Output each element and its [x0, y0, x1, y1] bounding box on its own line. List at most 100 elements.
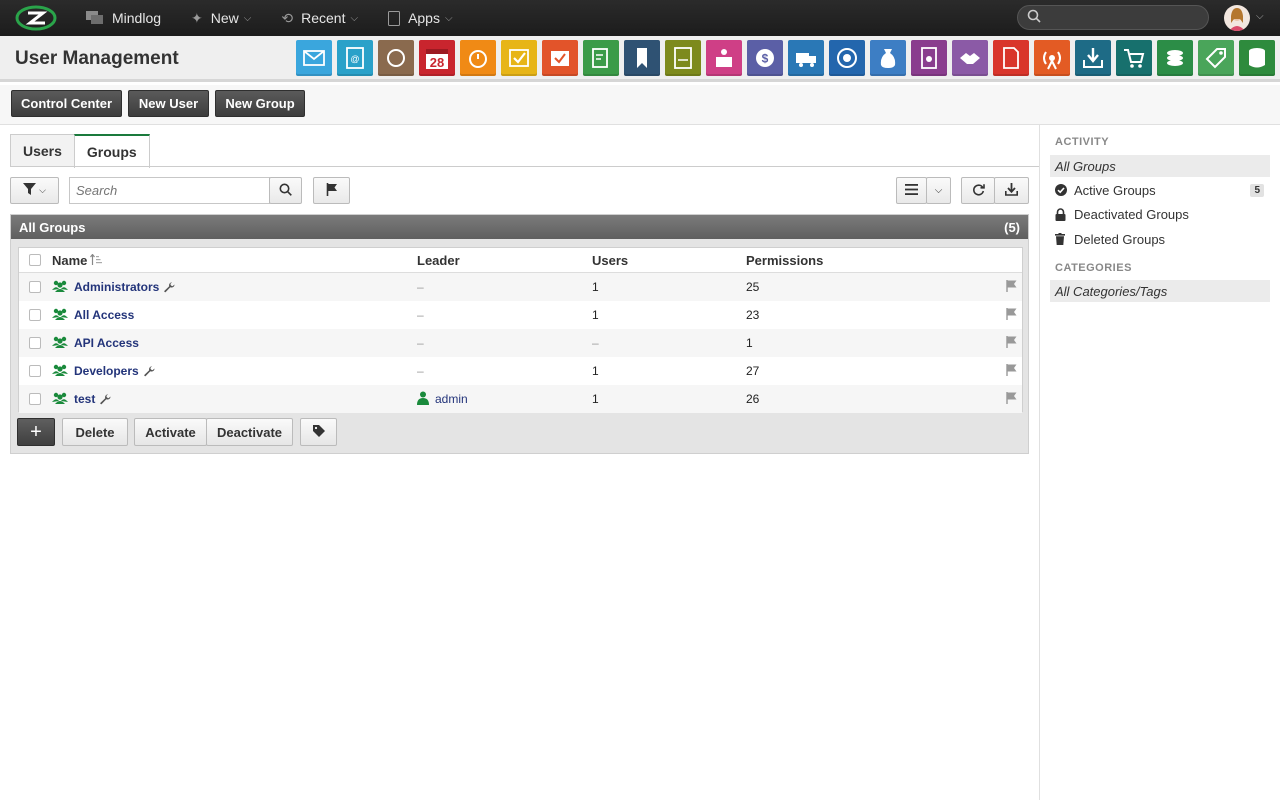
address-book-app-icon[interactable]: @ — [337, 40, 373, 76]
nav-recent[interactable]: ⟲ Recent ⌵ — [281, 10, 358, 27]
shopping-app-icon[interactable] — [1116, 40, 1152, 76]
control-center-button[interactable]: Control Center — [11, 90, 122, 117]
sidebar-item-deleted-groups[interactable]: Deleted Groups — [1050, 228, 1270, 250]
permissions-count: 25 — [746, 280, 760, 294]
table-row[interactable]: Administrators – 1 25 — [19, 273, 1022, 301]
export-button[interactable] — [994, 177, 1029, 204]
refresh-button[interactable] — [961, 177, 995, 204]
tasks-app-icon[interactable] — [501, 40, 537, 76]
column-leader[interactable]: Leader — [417, 253, 460, 268]
nav-new-label: New — [210, 10, 239, 26]
user-icon — [417, 391, 429, 408]
page-title: User Management — [15, 48, 179, 69]
users-count: 1 — [592, 364, 599, 378]
contacts-app-icon[interactable] — [378, 40, 414, 76]
table-row[interactable]: test admin 1 26 — [19, 385, 1022, 413]
pricing-app-icon[interactable] — [1198, 40, 1234, 76]
row-checkbox[interactable] — [29, 309, 41, 321]
leader-link[interactable]: admin — [435, 392, 468, 406]
sidebar-item-all-categories[interactable]: All Categories/Tags — [1050, 280, 1270, 302]
database-app-icon[interactable] — [1239, 40, 1275, 76]
flag-icon[interactable] — [1006, 279, 1017, 295]
tab-users[interactable]: Users — [10, 134, 75, 167]
permissions-count: 1 — [746, 336, 753, 350]
storefront-app-icon[interactable] — [706, 40, 742, 76]
calendar-app-icon[interactable]: 28 — [419, 40, 455, 76]
search-input[interactable] — [76, 183, 266, 198]
group-name-link[interactable]: API Access — [74, 336, 139, 350]
deactivate-button[interactable]: Deactivate — [206, 418, 293, 446]
bookmarks-app-icon[interactable] — [624, 40, 660, 76]
nav-new[interactable]: ✦ New ⌵ — [191, 10, 251, 27]
billing-app-icon[interactable]: $ — [747, 40, 783, 76]
nav-mindlog[interactable]: Mindlog — [86, 10, 161, 26]
payments-app-icon[interactable] — [1157, 40, 1193, 76]
add-group-button[interactable]: + — [17, 418, 55, 446]
chevron-down-icon: ⌵ — [1256, 11, 1264, 22]
column-name[interactable]: Name — [52, 253, 103, 268]
chat-icon — [86, 11, 104, 25]
notes-app-icon[interactable] — [583, 40, 619, 76]
group-name-link[interactable]: test — [74, 392, 95, 406]
avatar[interactable] — [1224, 5, 1250, 31]
nav-apps-label: Apps — [408, 10, 440, 26]
group-name-link[interactable]: Developers — [74, 364, 139, 378]
expenses-app-icon[interactable] — [870, 40, 906, 76]
row-checkbox[interactable] — [29, 337, 41, 349]
new-group-button[interactable]: New Group — [215, 90, 305, 117]
users-count: 1 — [592, 392, 599, 406]
column-permissions[interactable]: Permissions — [746, 253, 823, 268]
nav-apps[interactable]: Apps ⌵ — [388, 10, 453, 26]
global-search[interactable] — [1017, 5, 1209, 30]
flag-icon[interactable] — [1006, 391, 1017, 407]
view-options-dropdown[interactable]: ⌵ — [926, 177, 951, 204]
flag-icon[interactable] — [1006, 363, 1017, 379]
row-checkbox[interactable] — [29, 393, 41, 405]
filter-button[interactable]: ⌵ — [10, 177, 59, 204]
sidebar-item-deactivated-groups[interactable]: Deactivated Groups — [1050, 203, 1270, 225]
table-row[interactable]: All Access – 1 23 — [19, 301, 1022, 329]
app-logo[interactable] — [14, 4, 58, 32]
nav-mindlog-label: Mindlog — [112, 10, 162, 26]
new-user-button[interactable]: New User — [128, 90, 209, 117]
row-checkbox[interactable] — [29, 281, 41, 293]
group-name-link[interactable]: All Access — [74, 308, 134, 322]
pdf-app-icon[interactable] — [993, 40, 1029, 76]
contracts-app-icon[interactable] — [911, 40, 947, 76]
downloads-app-icon[interactable] — [1075, 40, 1111, 76]
table-row[interactable]: Developers – 1 27 — [19, 357, 1022, 385]
group-name-link[interactable]: Administrators — [74, 280, 159, 294]
check-circle-icon — [1055, 184, 1069, 196]
tab-groups[interactable]: Groups — [73, 134, 150, 168]
list-view-button[interactable] — [896, 177, 927, 204]
shipping-app-icon[interactable] — [788, 40, 824, 76]
flag-icon[interactable] — [1006, 307, 1017, 323]
search-field[interactable] — [69, 177, 270, 204]
sidebar-item-active-groups[interactable]: Active Groups 5 — [1050, 179, 1270, 201]
sort-asc-icon — [90, 253, 103, 268]
sidebar-item-all-groups[interactable]: All Groups — [1050, 155, 1270, 177]
activate-button[interactable]: Activate — [134, 418, 207, 446]
projects-app-icon[interactable] — [542, 40, 578, 76]
app-launcher-bar: @28 $ — [296, 40, 1280, 76]
search-button[interactable] — [269, 177, 302, 204]
permissions-count: 23 — [746, 308, 760, 322]
users-count: – — [592, 336, 599, 350]
documents-app-icon[interactable] — [665, 40, 701, 76]
tag-button[interactable] — [300, 418, 337, 446]
select-all-checkbox[interactable] — [29, 254, 41, 266]
flag-icon[interactable] — [1006, 335, 1017, 351]
table-row[interactable]: API Access – – 1 — [19, 329, 1022, 357]
permissions-count: 27 — [746, 364, 760, 378]
column-users[interactable]: Users — [592, 253, 628, 268]
broadcast-app-icon[interactable] — [1034, 40, 1070, 76]
flag-filter-button[interactable] — [313, 177, 350, 204]
row-checkbox[interactable] — [29, 365, 41, 377]
activity-section-label: ACTIVITY — [1055, 136, 1110, 148]
delete-button[interactable]: Delete — [62, 418, 128, 446]
mail-app-icon[interactable] — [296, 40, 332, 76]
global-search-input[interactable] — [1047, 10, 1197, 25]
deals-app-icon[interactable] — [952, 40, 988, 76]
timer-app-icon[interactable] — [460, 40, 496, 76]
support-app-icon[interactable] — [829, 40, 865, 76]
